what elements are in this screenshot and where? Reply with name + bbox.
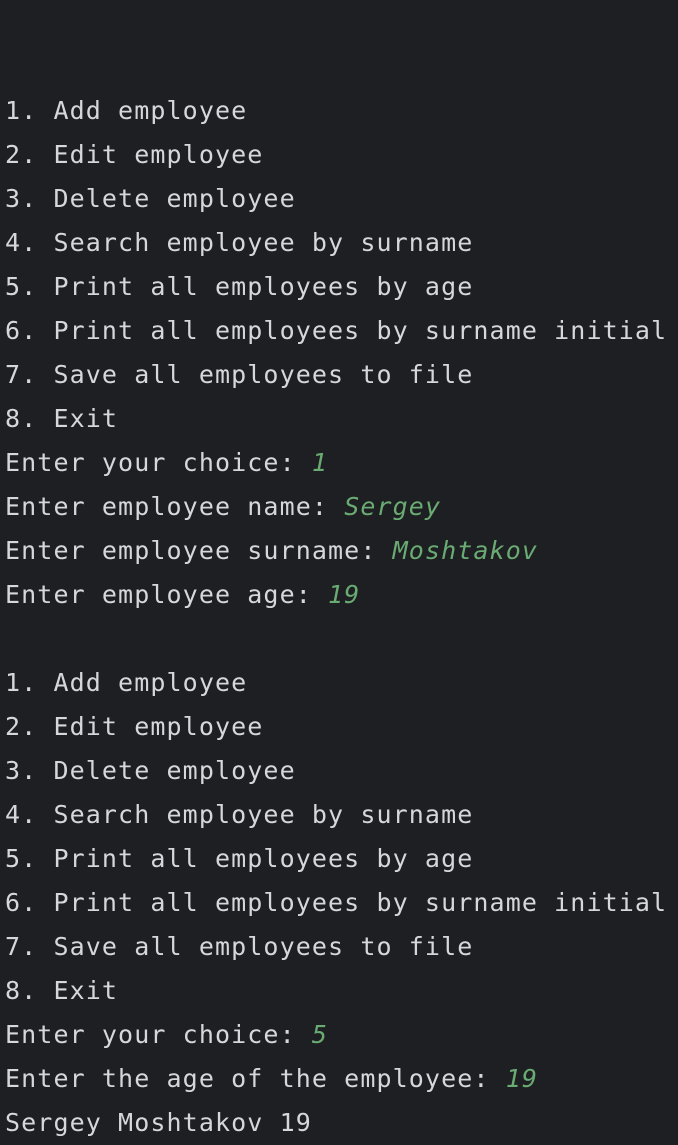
console-line: 5. Print all employees by age xyxy=(5,837,675,881)
console-output-text: 7. Save all employees to file xyxy=(5,360,474,389)
console-output-text: 5. Print all employees by age xyxy=(5,844,474,873)
console-line: Enter your choice: 5 xyxy=(5,1013,675,1057)
console-output-text: 2. Edit employee xyxy=(5,712,264,741)
console-output-text: 7. Save all employees to file xyxy=(5,932,474,961)
console-output-text: Enter your choice: xyxy=(5,448,312,477)
console-output-text: 6. Print all employees by surname initia… xyxy=(5,316,668,345)
console-output-text: 4. Search employee by surname xyxy=(5,228,474,257)
console-line: 3. Delete employee xyxy=(5,177,675,221)
console-output-text: 8. Exit xyxy=(5,404,119,433)
console-line: 6. Print all employees by surname initia… xyxy=(5,881,675,925)
console-output-text: 2. Edit employee xyxy=(5,140,264,169)
console-output[interactable]: 1. Add employee 2. Edit employee 3. Delete… xyxy=(5,45,675,1145)
console-output-text: Enter employee surname: xyxy=(5,536,393,565)
console-output-text: Enter the age of the employee: xyxy=(5,1064,506,1093)
console-line: Enter employee surname: Moshtakov xyxy=(5,529,675,573)
console-line: Enter employee age: 19 xyxy=(5,573,675,617)
console-output-text: 3. Delete employee xyxy=(5,184,296,213)
console-output-text: 1. Add employee xyxy=(5,96,248,125)
console-line: 6. Print all employees by surname initia… xyxy=(5,309,675,353)
console-user-input: 19 xyxy=(505,1064,539,1093)
console-line: Enter employee name: Sergey xyxy=(5,485,675,529)
console-output-text: 5. Print all employees by age xyxy=(5,272,474,301)
console-line: 8. Exit xyxy=(5,969,675,1013)
console-user-input: 1 xyxy=(311,448,329,477)
console-line: 7. Save all employees to file xyxy=(5,925,675,969)
console-line: 3. Delete employee xyxy=(5,749,675,793)
console-line: Enter the age of the employee: 19 xyxy=(5,1057,675,1101)
console-user-input: Moshtakov xyxy=(392,536,539,565)
console-output-text: 6. Print all employees by surname initia… xyxy=(5,888,668,917)
console-output-text: Enter employee age: xyxy=(5,580,329,609)
console-output-text: 4. Search employee by surname xyxy=(5,800,474,829)
console-output-text: 8. Exit xyxy=(5,976,119,1005)
console-output-text: 1. Add employee xyxy=(5,668,248,697)
console-line: 7. Save all employees to file xyxy=(5,353,675,397)
console-output-text: Enter your choice: xyxy=(5,1020,312,1049)
console-line: 4. Search employee by surname xyxy=(5,221,675,265)
console-line: 5. Print all employees by age xyxy=(5,265,675,309)
console-line: 8. Exit xyxy=(5,397,675,441)
console-line: 2. Edit employee xyxy=(5,133,675,177)
console-line: 2. Edit employee xyxy=(5,705,675,749)
console-user-input: 19 xyxy=(328,580,361,609)
console-output-text: 3. Delete employee xyxy=(5,756,296,785)
console-line: 1. Add employee xyxy=(5,89,675,133)
console-output-text: Enter employee name: xyxy=(5,492,345,521)
console-output-text: Sergey Moshtakov 19 xyxy=(5,1108,312,1137)
console-line: 4. Search employee by surname xyxy=(5,793,675,837)
console-line: Sergey Moshtakov 19 xyxy=(5,1101,675,1145)
console-line: 1. Add employee xyxy=(5,661,675,705)
console-user-input: Sergey xyxy=(344,492,442,521)
console-line: Enter your choice: 1 xyxy=(5,441,675,485)
console-user-input: 5 xyxy=(311,1020,329,1049)
